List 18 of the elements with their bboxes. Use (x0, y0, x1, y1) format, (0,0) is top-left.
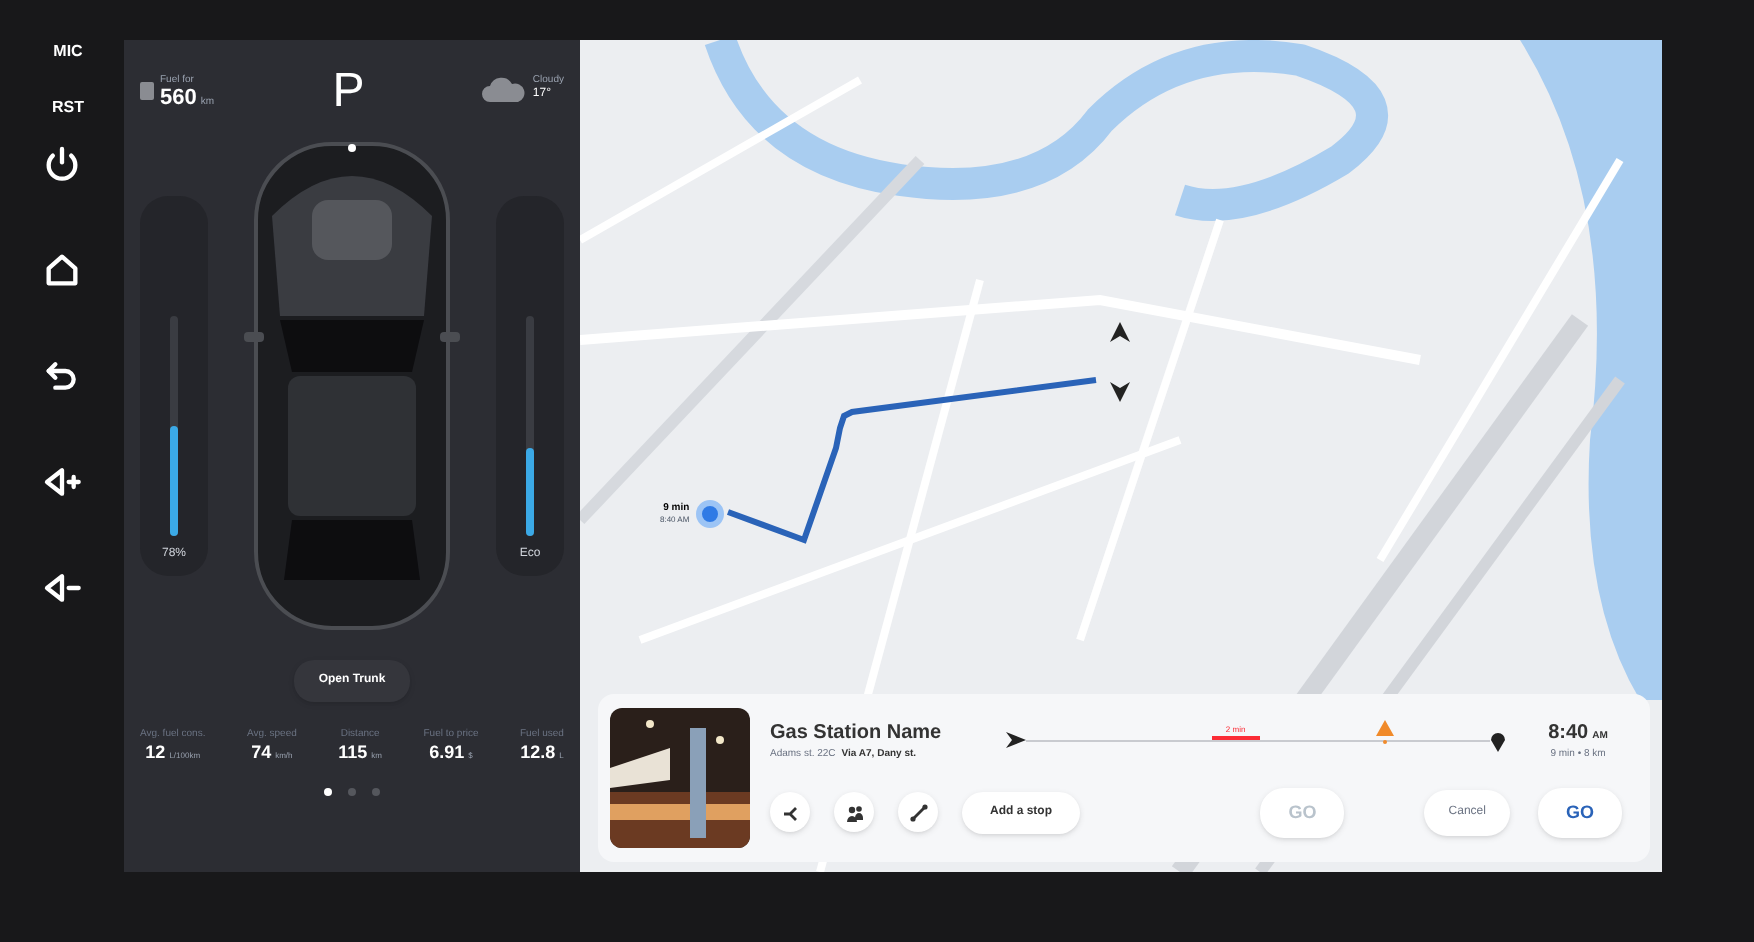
volume-up-icon[interactable] (42, 462, 82, 502)
cloud-icon (482, 76, 527, 102)
gear-indicator: P (332, 68, 365, 116)
stat-value: 12.8 (520, 740, 556, 766)
back-icon[interactable] (42, 356, 82, 396)
slider-track[interactable] (526, 316, 534, 536)
stat-value: 12 (145, 740, 166, 766)
volume-down-icon[interactable] (42, 568, 82, 608)
stat-value: 6.91 (429, 740, 465, 766)
fuel-icon (140, 76, 154, 100)
power-icon[interactable] (42, 144, 82, 184)
hardware-label: RST (52, 100, 84, 116)
slider-track[interactable] (170, 316, 178, 536)
home-icon[interactable] (42, 250, 82, 290)
hardware-label: MIC (53, 44, 83, 60)
stat-value: 74 (251, 740, 272, 766)
stat-value: 115 (338, 740, 368, 766)
range-value: 560 (160, 86, 197, 114)
